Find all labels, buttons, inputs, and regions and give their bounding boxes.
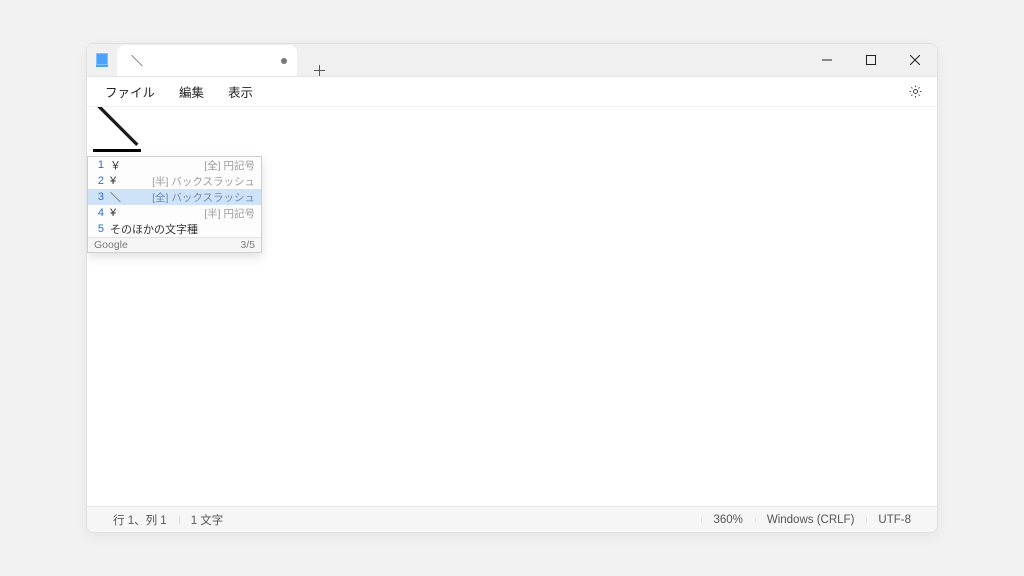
ime-candidate-description: [全] バックスラッシュ	[152, 190, 255, 205]
ime-candidate-index: 3	[94, 191, 104, 203]
window-controls	[805, 44, 937, 76]
ime-candidate-description: [半] バックスラッシュ	[152, 174, 255, 189]
document-tab[interactable]: ＼	[117, 45, 297, 76]
ime-candidate-row[interactable]: 3 ＼ [全] バックスラッシュ	[88, 189, 261, 205]
plus-icon	[314, 65, 325, 76]
menu-edit[interactable]: 編集	[169, 78, 214, 105]
unsaved-indicator-icon	[281, 58, 287, 64]
status-zoom[interactable]: 360%	[701, 514, 754, 526]
minimize-icon	[822, 55, 832, 65]
ime-candidate-text: ¥	[110, 207, 128, 219]
menu-file[interactable]: ファイル	[95, 78, 165, 105]
ime-candidate-row[interactable]: 2 ¥ [半] バックスラッシュ	[88, 173, 261, 189]
gear-icon	[908, 84, 923, 99]
ime-provider-label: Google	[94, 239, 128, 251]
ime-candidate-row[interactable]: 1 ￥ [全] 円記号	[88, 157, 261, 173]
status-position[interactable]: 行 1、列 1	[101, 512, 179, 528]
new-tab-button[interactable]	[305, 65, 333, 76]
titlebar: ＼	[87, 44, 937, 77]
ime-candidate-index: 5	[94, 223, 104, 235]
ime-candidate-text: ＼	[110, 189, 128, 205]
ime-composition-underline: ＼	[93, 107, 141, 152]
status-line-ending[interactable]: Windows (CRLF)	[755, 514, 867, 526]
ime-candidate-row[interactable]: 5 そのほかの文字種	[88, 221, 261, 237]
ime-candidate-text: ￥	[110, 157, 128, 173]
statusbar: 行 1、列 1 1 文字 360% Windows (CRLF) UTF-8	[87, 506, 937, 532]
ime-candidate-description: [全] 円記号	[204, 158, 255, 173]
editor-area[interactable]: ＼ 1 ￥ [全] 円記号 2 ¥ [半] バックスラッシュ 3 ＼ [全] バ…	[87, 107, 937, 506]
status-encoding[interactable]: UTF-8	[866, 514, 923, 526]
minimize-button[interactable]	[805, 44, 849, 76]
ime-candidate-row[interactable]: 4 ¥ [半] 円記号	[88, 205, 261, 221]
status-charcount[interactable]: 1 文字	[179, 512, 236, 528]
notepad-window: ＼ ファイル 編集 表示	[86, 43, 938, 533]
tab-strip: ＼	[117, 44, 333, 76]
menu-view[interactable]: 表示	[218, 78, 263, 105]
maximize-button[interactable]	[849, 44, 893, 76]
ime-footer: Google 3/5	[88, 237, 261, 252]
ime-composition-text: ＼	[93, 107, 141, 149]
document-tab-title: ＼	[131, 52, 143, 69]
settings-button[interactable]	[901, 78, 929, 106]
ime-candidate-text: そのほかの文字種	[110, 221, 198, 237]
ime-candidate-description: [半] 円記号	[204, 206, 255, 221]
app-icon-slot	[87, 44, 117, 76]
ime-candidate-window: 1 ￥ [全] 円記号 2 ¥ [半] バックスラッシュ 3 ＼ [全] バック…	[87, 156, 262, 253]
notepad-icon	[96, 53, 108, 67]
titlebar-drag-region[interactable]	[333, 44, 805, 76]
maximize-icon	[866, 55, 876, 65]
ime-candidate-index: 4	[94, 207, 104, 219]
close-button[interactable]	[893, 44, 937, 76]
menubar: ファイル 編集 表示	[87, 77, 937, 107]
ime-candidate-index: 1	[94, 159, 104, 171]
ime-candidate-text: ¥	[110, 175, 128, 187]
editor-content: ＼	[93, 109, 141, 152]
ime-page-indicator: 3/5	[240, 239, 255, 251]
close-icon	[910, 55, 920, 65]
ime-candidate-index: 2	[94, 175, 104, 187]
